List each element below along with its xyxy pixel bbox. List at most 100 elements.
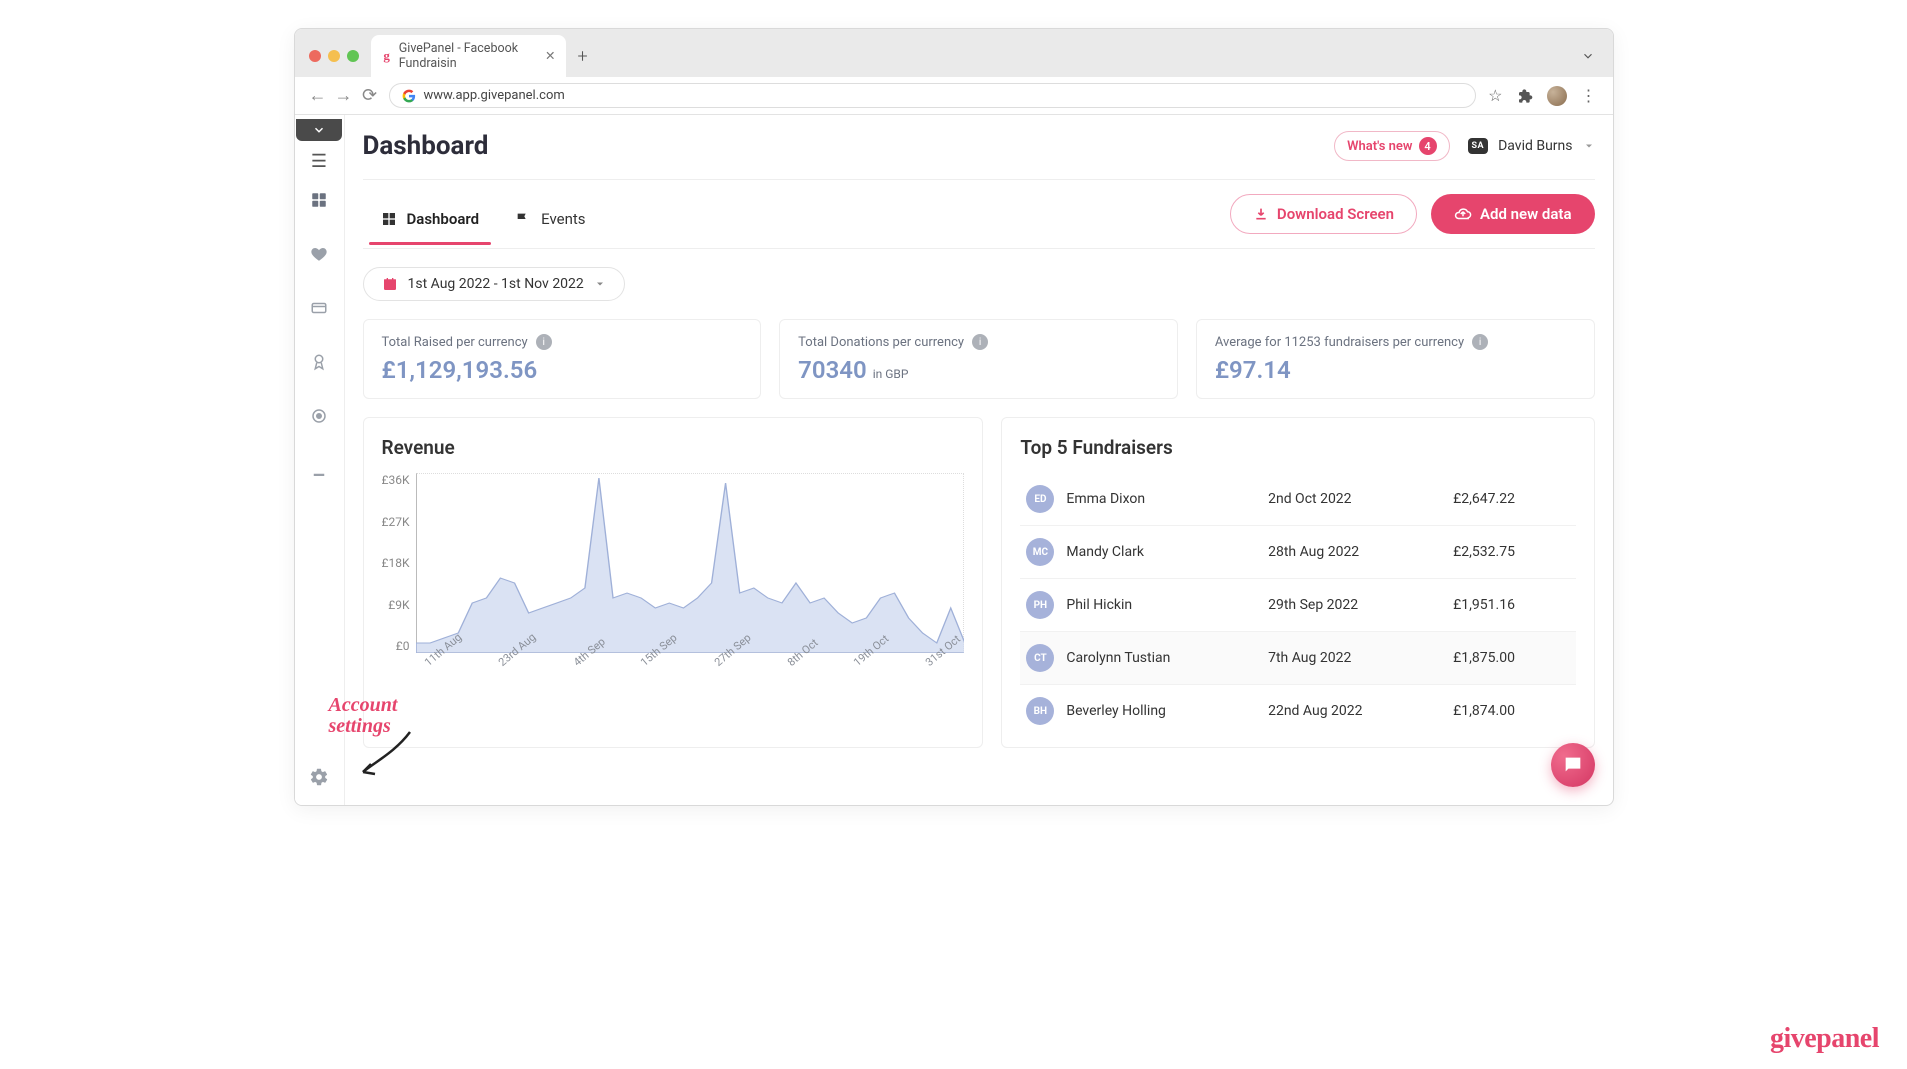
browser-actions: ☆ ⋮	[1482, 86, 1602, 106]
fundraiser-amount: £2,532.75	[1447, 526, 1575, 579]
whats-new-button[interactable]: What's new 4	[1334, 131, 1449, 161]
stat-average: Average for 11253 fundraisers per curren…	[1196, 319, 1595, 399]
revenue-chart: £36K£27K£18K£9K£0 11th Aug23rd Aug4th Se…	[382, 473, 965, 703]
panel-title: Revenue	[382, 436, 965, 459]
brand-watermark: givepanel	[1770, 1023, 1879, 1055]
kebab-menu-icon[interactable]: ⋮	[1581, 86, 1597, 105]
chat-widget-button[interactable]	[1551, 743, 1595, 787]
profile-avatar[interactable]	[1547, 86, 1567, 106]
back-button[interactable]: ←	[305, 85, 331, 106]
card-nav-icon[interactable]	[309, 298, 329, 318]
new-tab-button[interactable]: +	[578, 46, 588, 67]
stat-value: £97.14	[1215, 356, 1576, 384]
target-nav-icon[interactable]	[309, 406, 329, 426]
fundraiser-date: 29th Sep 2022	[1262, 579, 1447, 632]
add-new-data-button[interactable]: Add new data	[1431, 194, 1594, 234]
fundraiser-date: 2nd Oct 2022	[1262, 473, 1447, 526]
button-label: Add new data	[1480, 205, 1571, 223]
close-tab-icon[interactable]: ✕	[545, 48, 555, 64]
tab-bar: Dashboard Events Download Screen Add new…	[363, 180, 1595, 249]
fundraiser-amount: £1,951.16	[1447, 579, 1575, 632]
close-window-button[interactable]	[309, 50, 321, 62]
reload-button[interactable]: ⟳	[357, 85, 383, 106]
stat-total-donations: Total Donations per currency i 70340in GB…	[779, 319, 1178, 399]
tab-title: GivePanel - Facebook Fundraisin	[399, 41, 537, 71]
date-range-picker[interactable]: 1st Aug 2022 - 1st Nov 2022	[363, 267, 625, 301]
page-header: Dashboard What's new 4 SA David Burns	[363, 115, 1595, 171]
settings-nav-icon[interactable]	[309, 767, 329, 787]
stat-value: 70340in GBP	[798, 356, 1159, 384]
tabs-overflow-button[interactable]	[1581, 49, 1595, 63]
tab-label: Dashboard	[407, 210, 480, 228]
menu-toggle-icon[interactable]: ☰	[311, 151, 327, 172]
table-row[interactable]: PH Phil Hickin 29th Sep 2022 £1,951.16	[1020, 579, 1575, 632]
page-title: Dashboard	[363, 131, 489, 161]
info-icon[interactable]: i	[972, 334, 988, 350]
maximize-window-button[interactable]	[347, 50, 359, 62]
revenue-panel: Revenue £36K£27K£18K£9K£0 11th Aug23rd A…	[363, 417, 984, 748]
badge-nav-icon[interactable]	[309, 352, 329, 372]
fundraiser-date: 22nd Aug 2022	[1262, 685, 1447, 738]
user-name: David Burns	[1498, 138, 1572, 154]
browser-address-bar-row: ← → ⟳ www.app.givepanel.com ☆ ⋮	[295, 77, 1613, 115]
stat-total-raised: Total Raised per currencyi £1,129,193.56	[363, 319, 762, 399]
panels-row: Revenue £36K£27K£18K£9K£0 11th Aug23rd A…	[363, 417, 1595, 748]
panel-title: Top 5 Fundraisers	[1020, 436, 1575, 459]
table-row[interactable]: BH Beverley Holling 22nd Aug 2022 £1,874…	[1020, 685, 1575, 738]
tab-events[interactable]: Events	[497, 198, 603, 244]
info-icon[interactable]: i	[536, 334, 552, 350]
browser-tab[interactable]: g GivePanel - Facebook Fundraisin ✕	[371, 35, 566, 77]
grid-icon	[381, 211, 397, 227]
date-range-label: 1st Aug 2022 - 1st Nov 2022	[408, 276, 584, 292]
dashboard-nav-icon[interactable]	[309, 190, 329, 210]
fundraiser-amount: £1,875.00	[1447, 632, 1575, 685]
download-screen-button[interactable]: Download Screen	[1230, 194, 1417, 234]
caret-down-icon	[594, 278, 606, 290]
fundraiser-table: ED Emma Dixon 2nd Oct 2022 £2,647.22 MC …	[1020, 473, 1575, 737]
window-controls	[305, 50, 359, 62]
table-row[interactable]: CT Carolynn Tustian 7th Aug 2022 £1,875.…	[1020, 632, 1575, 685]
fundraiser-name: Mandy Clark	[1060, 526, 1262, 579]
fundraiser-date: 28th Aug 2022	[1262, 526, 1447, 579]
cloud-upload-icon	[1454, 205, 1472, 223]
stat-sub: in GBP	[873, 367, 909, 381]
table-row[interactable]: MC Mandy Clark 28th Aug 2022 £2,532.75	[1020, 526, 1575, 579]
y-axis: £36K£27K£18K£9K£0	[382, 473, 416, 653]
fundraiser-amount: £2,647.22	[1447, 473, 1575, 526]
fundraiser-amount: £1,874.00	[1447, 685, 1575, 738]
x-axis: 11th Aug23rd Aug4th Sep15th Sep27th Sep8…	[416, 659, 965, 672]
app-container: ☰ Dashboard	[295, 115, 1613, 805]
whats-new-count-badge: 4	[1419, 137, 1437, 155]
flag-icon	[515, 211, 531, 227]
extensions-icon[interactable]	[1517, 88, 1533, 104]
stats-row: Total Raised per currencyi £1,129,193.56…	[363, 319, 1595, 399]
top-fundraisers-panel: Top 5 Fundraisers ED Emma Dixon 2nd Oct …	[1001, 417, 1594, 748]
favicon-icon: g	[381, 48, 393, 64]
stat-label: Total Raised per currency	[382, 335, 528, 350]
avatar: ED	[1026, 485, 1054, 513]
org-switcher-button[interactable]	[296, 119, 342, 141]
caret-down-icon	[1583, 140, 1595, 152]
browser-window: g GivePanel - Facebook Fundraisin ✕ + ← …	[294, 28, 1614, 806]
annotation-arrow	[355, 727, 435, 787]
fundraiser-name: Beverley Holling	[1060, 685, 1262, 738]
stat-label: Average for 11253 fundraisers per curren…	[1215, 335, 1464, 350]
tab-dashboard[interactable]: Dashboard	[363, 198, 498, 244]
info-icon[interactable]: i	[1472, 334, 1488, 350]
avatar: CT	[1026, 644, 1054, 672]
user-menu[interactable]: SA David Burns	[1468, 138, 1595, 154]
heart-nav-icon[interactable]	[309, 244, 329, 264]
forward-button[interactable]: →	[331, 85, 357, 106]
bookmark-icon[interactable]: ☆	[1488, 86, 1502, 105]
url-text: www.app.givepanel.com	[424, 88, 565, 103]
main-content: Dashboard What's new 4 SA David Burns	[345, 115, 1613, 805]
url-bar[interactable]: www.app.givepanel.com	[389, 83, 1477, 108]
download-icon	[1253, 206, 1269, 222]
button-label: Download Screen	[1277, 205, 1394, 223]
fundraiser-name: Phil Hickin	[1060, 579, 1262, 632]
avatar: BH	[1026, 697, 1054, 725]
download-nav-icon[interactable]	[309, 460, 329, 480]
table-row[interactable]: ED Emma Dixon 2nd Oct 2022 £2,647.22	[1020, 473, 1575, 526]
stat-label: Total Donations per currency	[798, 335, 964, 350]
minimize-window-button[interactable]	[328, 50, 340, 62]
